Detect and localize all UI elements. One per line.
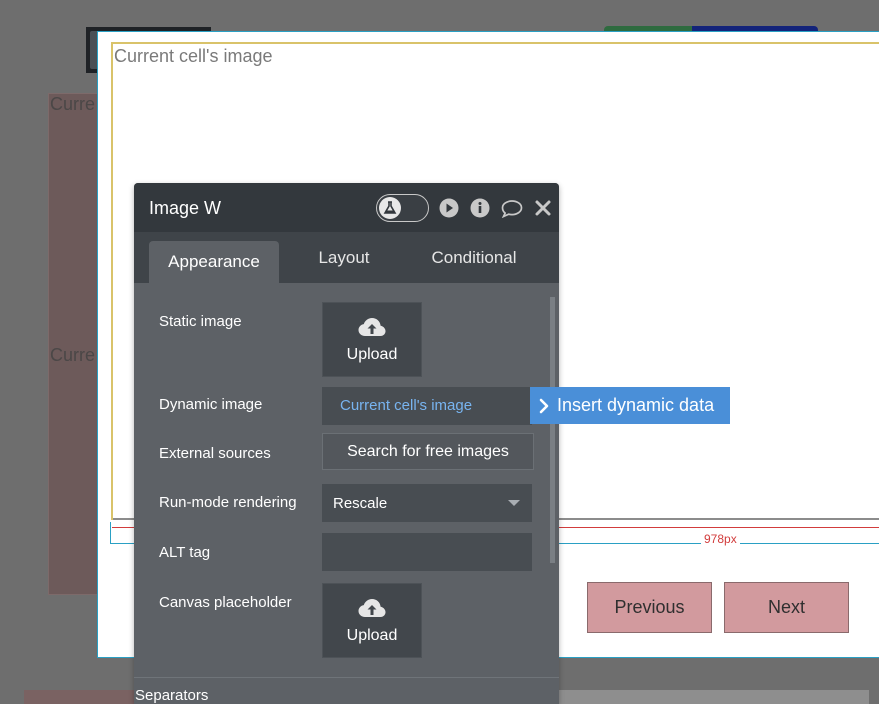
upload-cloud-icon	[358, 598, 386, 617]
background-group-label: Curre	[50, 94, 96, 114]
tab-layout[interactable]: Layout	[284, 232, 404, 283]
separators-section-label[interactable]: Separators	[135, 687, 208, 704]
close-icon[interactable]	[534, 198, 552, 218]
run-mode-dropdown[interactable]: Rescale	[322, 484, 532, 522]
canvas-placeholder-upload[interactable]: Upload	[322, 583, 422, 658]
run-mode-value: Rescale	[333, 495, 388, 512]
search-free-images-button[interactable]: Search for free images	[322, 433, 534, 470]
play-icon[interactable]	[439, 198, 459, 218]
upload-label: Upload	[346, 626, 398, 644]
info-icon[interactable]	[470, 198, 490, 218]
section-divider	[134, 677, 559, 678]
next-button[interactable]: Next	[724, 582, 849, 633]
dynamic-image-label: Dynamic image	[159, 396, 263, 413]
debug-toggle[interactable]	[376, 194, 429, 222]
chevron-down-icon	[508, 500, 520, 506]
dynamic-image-field[interactable]: Current cell's image	[322, 387, 532, 425]
external-sources-label: External sources	[159, 445, 271, 462]
panel-scrollbar[interactable]	[550, 297, 555, 563]
dynamic-image-value[interactable]: Current cell's image	[340, 397, 472, 414]
insert-dynamic-data-button[interactable]: Insert dynamic data	[530, 387, 730, 424]
tab-appearance[interactable]: Appearance	[149, 241, 279, 283]
background-group-label: Curre	[50, 345, 96, 365]
previous-button[interactable]: Previous	[587, 582, 712, 633]
chevron-right-icon	[539, 398, 549, 413]
image-placeholder-label: Current cell's image	[114, 46, 273, 66]
background-repeating-group	[48, 93, 100, 595]
background-strip	[536, 690, 869, 704]
selection-guide-edge	[110, 522, 111, 544]
canvas-placeholder-label: Canvas placeholder	[159, 594, 292, 611]
alt-tag-label: ALT tag	[159, 544, 211, 561]
width-label: 978px	[701, 532, 740, 546]
static-image-label: Static image	[159, 313, 242, 330]
flask-icon	[379, 197, 401, 219]
property-editor[interactable]: Image W Appearance Layout Conditional St…	[134, 183, 559, 704]
alt-tag-input[interactable]	[322, 533, 532, 571]
property-editor-header[interactable]: Image W	[134, 183, 559, 232]
run-mode-rendering-label: Run-mode rendering	[159, 494, 297, 511]
insert-dynamic-data-label: Insert dynamic data	[557, 395, 715, 415]
element-name[interactable]: Image W	[149, 198, 221, 219]
upload-label: Upload	[346, 345, 398, 363]
upload-cloud-icon	[358, 317, 386, 336]
tab-conditional[interactable]: Conditional	[414, 232, 534, 283]
comment-icon[interactable]	[500, 198, 524, 218]
static-image-upload[interactable]: Upload	[322, 302, 422, 377]
tab-bar: Appearance Layout Conditional	[134, 232, 559, 283]
